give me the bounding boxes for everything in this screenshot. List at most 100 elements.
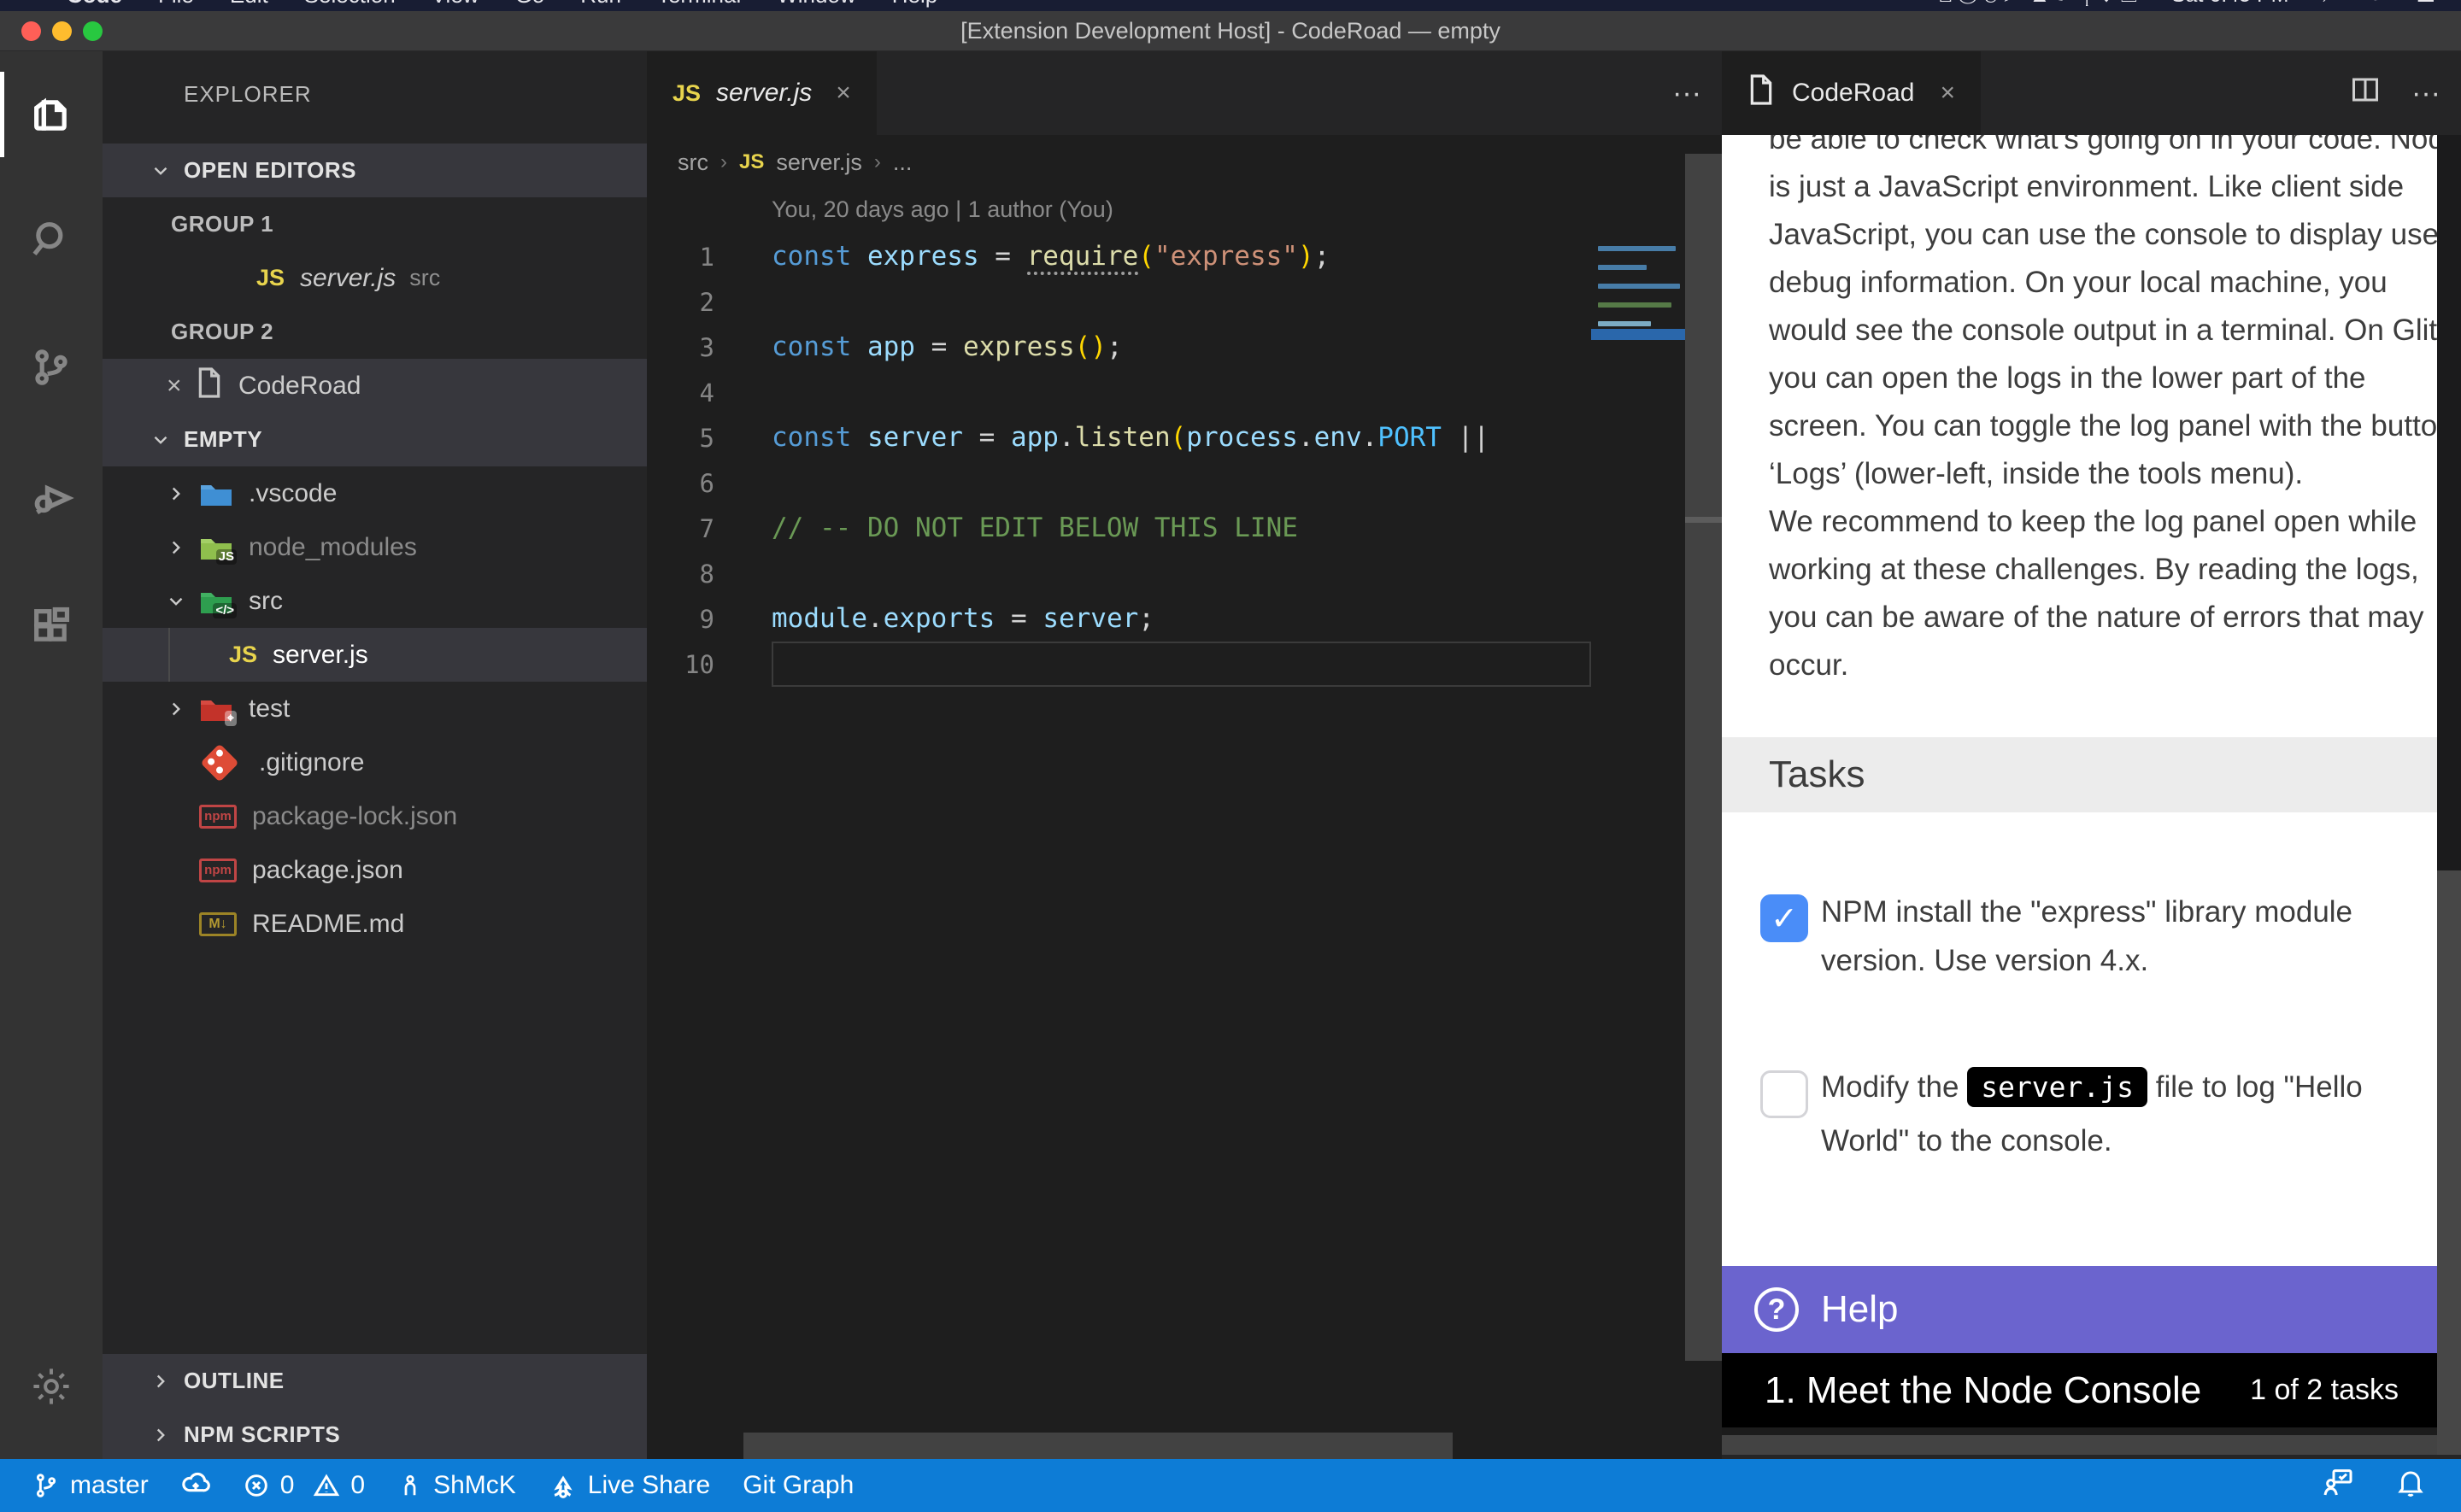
minimap-line xyxy=(1598,246,1676,251)
feedback-icon[interactable] xyxy=(2321,1465,2355,1506)
menu-item-window[interactable]: Window xyxy=(777,0,855,9)
code-text xyxy=(772,642,1591,687)
menubar-clock[interactable]: Sat 6:45 PM xyxy=(2171,0,2289,8)
tree-item-server-js[interactable]: JS server.js xyxy=(103,628,647,682)
breadcrumb-src[interactable]: src xyxy=(678,149,708,176)
code-text: module.exports = server; xyxy=(772,596,1591,642)
code-text xyxy=(772,279,1591,325)
explorer-sidebar: EXPLORER OPEN EDITORS GROUP 1 JS server.… xyxy=(103,51,647,1459)
task2-checkbox[interactable] xyxy=(1760,1070,1808,1118)
close-tab-icon[interactable]: × xyxy=(1940,79,1955,108)
menu-item-edit[interactable]: Edit xyxy=(230,0,268,9)
git-branch-status[interactable]: master xyxy=(32,1471,149,1500)
code-line-4[interactable]: 4 xyxy=(647,370,1591,415)
tree-item-src-folder[interactable]: </> src xyxy=(103,574,647,628)
tree-item-gitignore[interactable]: .gitignore xyxy=(103,735,647,789)
editor-more-actions-icon[interactable]: ··· xyxy=(1672,77,1701,110)
code-line-5[interactable]: 5const server = app.listen(process.env.P… xyxy=(647,415,1591,460)
minimap-line xyxy=(1598,302,1671,308)
npm-scripts-section-header[interactable]: NPM SCRIPTS xyxy=(103,1408,647,1462)
explorer-icon[interactable] xyxy=(0,68,103,162)
code-line-9[interactable]: 9 module.exports = server; xyxy=(647,596,1591,642)
run-debug-icon[interactable] xyxy=(0,451,103,545)
split-editor-icon[interactable] xyxy=(2350,74,2381,113)
open-editors-header[interactable]: OPEN EDITORS xyxy=(103,144,647,197)
tab-coderoad[interactable]: CodeRoad × xyxy=(1722,51,1981,135)
menu-item-selection[interactable]: Selection xyxy=(304,0,396,9)
tree-item-vscode-folder[interactable]: .vscode xyxy=(103,466,647,520)
search-icon[interactable] xyxy=(0,192,103,286)
git-blame-annotation[interactable]: You, 20 days ago | 1 author (You) xyxy=(772,196,1113,223)
tab-bar: CodeRoad × ··· xyxy=(1722,51,2461,135)
open-editor-serverjs[interactable]: JS server.js src xyxy=(103,251,647,305)
code-line-8[interactable]: 8 xyxy=(647,551,1591,596)
spotlight-icon[interactable]: ⌕ xyxy=(2323,0,2335,8)
control-center-icon[interactable]: ◐ xyxy=(2369,0,2382,8)
breadcrumb-server-js[interactable]: server.js xyxy=(776,149,862,176)
check-icon: ✓ xyxy=(1771,900,1798,938)
tree-item-readme[interactable]: M↓ README.md xyxy=(103,897,647,951)
code-line-7[interactable]: 7 // -- DO NOT EDIT BELOW THIS LINE xyxy=(647,506,1591,551)
paragraph-line: occur. xyxy=(1769,642,2401,689)
code-line-6[interactable]: 6 xyxy=(647,460,1591,506)
tree-item-package-lock[interactable]: npm package-lock.json xyxy=(103,789,647,843)
code-line-1[interactable]: 1const express = require("express"); xyxy=(647,234,1591,279)
minimap[interactable] xyxy=(1591,190,1685,1459)
liveshare-account-status[interactable]: ShMcK xyxy=(397,1471,516,1500)
webview-scrollbar-track[interactable] xyxy=(2437,135,2461,870)
menu-item-run[interactable]: Run xyxy=(580,0,621,9)
close-tab-icon[interactable]: × xyxy=(836,79,851,108)
open-editor-coderoad[interactable]: × CodeRoad xyxy=(103,359,647,413)
tree-item-test-folder[interactable]: ⌖ test xyxy=(103,682,647,735)
indent-guide xyxy=(168,628,170,682)
js-file-icon: JS xyxy=(256,265,285,291)
code-editor[interactable]: You, 20 days ago | 1 author (You) 1const… xyxy=(647,190,1722,1459)
menubar-status-icons[interactable]: ⧉ ◯ ⊘ ➤ ▲ ✐ ⚲ ❖ ▭ xyxy=(1936,0,2137,8)
vertical-scrollbar[interactable] xyxy=(1685,154,1722,1361)
code-line-10[interactable]: 10 xyxy=(647,642,1591,687)
menu-item-code[interactable]: Code xyxy=(67,0,122,9)
webview-file-icon xyxy=(1747,73,1775,113)
source-control-icon[interactable] xyxy=(0,320,103,414)
problems-status[interactable]: 0 0 xyxy=(243,1471,365,1500)
panel-divider xyxy=(1722,1427,2461,1435)
outline-section-header[interactable]: OUTLINE xyxy=(103,1354,647,1408)
workspace-section-empty[interactable]: EMPTY xyxy=(103,413,647,466)
task1-checkbox[interactable]: ✓ xyxy=(1760,894,1808,942)
menu-item-go[interactable]: Go xyxy=(515,0,545,9)
menu-item-file[interactable]: File xyxy=(158,0,194,9)
vscode-window: Code File Edit Selection View Go Run Ter… xyxy=(0,0,2461,1512)
webview-scrollbar-thumb[interactable] xyxy=(2437,870,2461,1455)
editor-more-actions-icon[interactable]: ··· xyxy=(2411,77,2440,110)
line-number: 7 xyxy=(647,514,714,543)
menu-item-view[interactable]: View xyxy=(432,0,479,9)
git-graph-status[interactable]: Git Graph xyxy=(743,1471,854,1500)
extensions-icon[interactable] xyxy=(0,579,103,673)
help-bar[interactable]: ? Help xyxy=(1722,1266,2437,1353)
line-number: 9 xyxy=(647,605,714,634)
sync-status[interactable] xyxy=(181,1471,210,1500)
line-number: 1 xyxy=(647,243,714,272)
close-editor-icon[interactable]: × xyxy=(167,372,196,401)
task2-text: Modify the server.js file to log "Hello … xyxy=(1821,1063,2419,1165)
tree-item-package-json[interactable]: npm package.json xyxy=(103,843,647,897)
node-modules-folder-icon: JS xyxy=(199,534,233,561)
horizontal-scrollbar[interactable] xyxy=(743,1433,1453,1459)
liveshare-status[interactable]: Live Share xyxy=(549,1471,710,1500)
menu-item-terminal[interactable]: Terminal xyxy=(657,0,741,9)
code-line-2[interactable]: 2 xyxy=(647,279,1591,325)
notifications-bell-icon[interactable] xyxy=(2394,1466,2427,1505)
minimap-current-line xyxy=(1591,329,1685,340)
code-text: // -- DO NOT EDIT BELOW THIS LINE xyxy=(772,506,1591,551)
tab-server-js[interactable]: JS server.js × xyxy=(647,51,877,135)
paragraph-line: working at these challenges. By reading … xyxy=(1769,546,2401,594)
tree-item-node-modules-folder[interactable]: JS node_modules xyxy=(103,520,647,574)
code-line-3[interactable]: 3const app = express(); xyxy=(647,325,1591,370)
src-folder-icon: </> xyxy=(199,588,233,615)
menu-item-help[interactable]: Help xyxy=(892,0,937,9)
breadcrumb-symbol[interactable]: ... xyxy=(893,149,913,176)
line-number: 2 xyxy=(647,288,714,317)
paragraph-line: you can open the logs in the lower part … xyxy=(1769,355,2401,402)
settings-gear-icon[interactable] xyxy=(0,1348,103,1425)
notification-center-icon[interactable]: ☰ xyxy=(2417,0,2435,8)
